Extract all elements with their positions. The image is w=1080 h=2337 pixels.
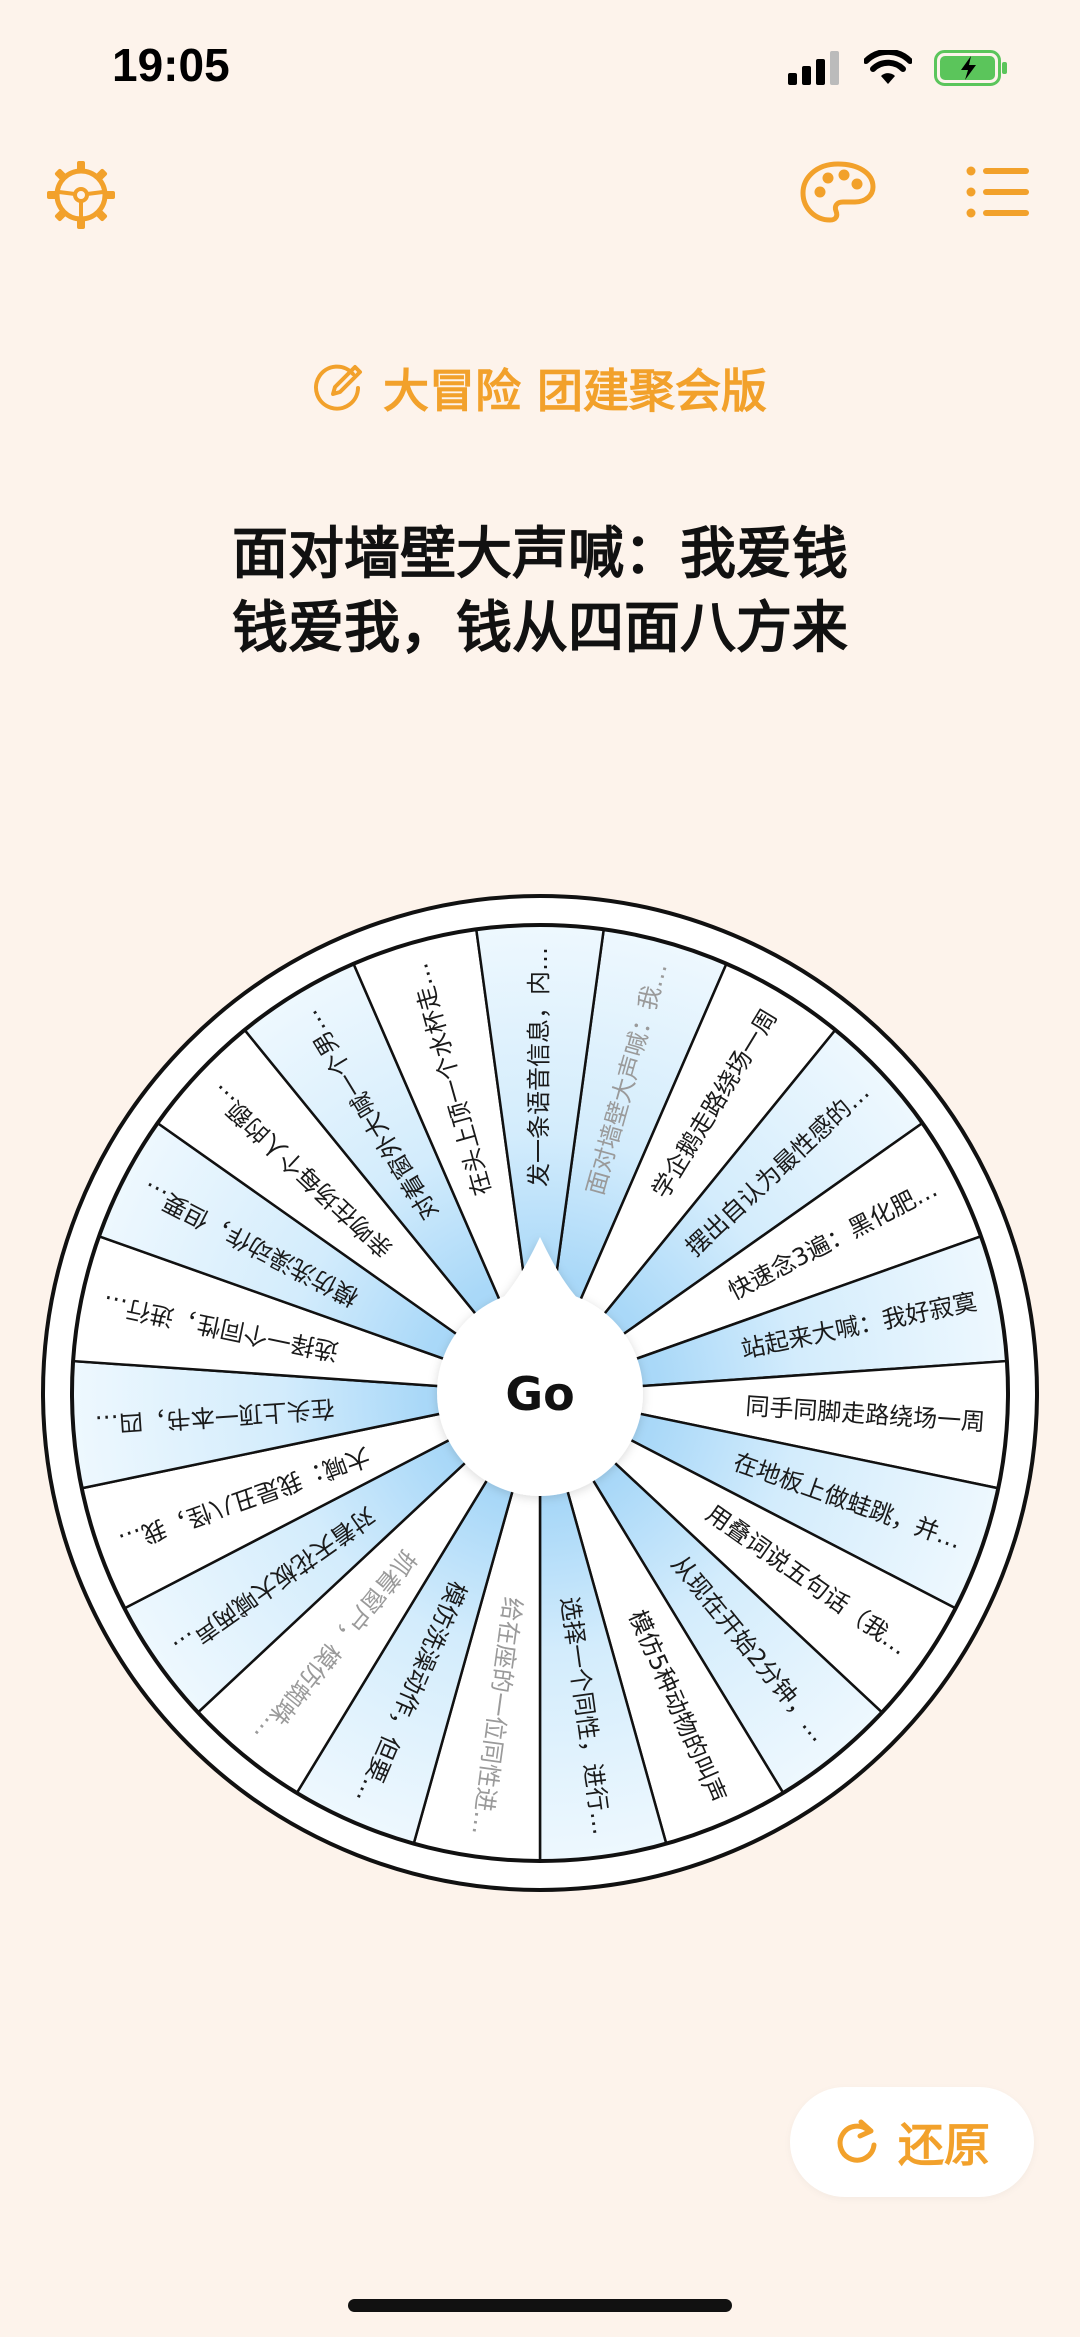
restore-icon [837,2119,877,2163]
reset-label: 还原 [898,2118,990,2172]
home-indicator [348,2299,732,2312]
reset-button[interactable]: 还原 [790,2087,1034,2197]
spin-wheel[interactable]: 面对墙壁大声喊：我…学企鹅走路绕场一周摆出自认为最性感的…快速念3遍：黑化肥…站… [0,0,1080,2337]
go-label: Go [505,1367,574,1421]
wheel-segment-label: 发一条语音信息，内… [525,947,553,1187]
